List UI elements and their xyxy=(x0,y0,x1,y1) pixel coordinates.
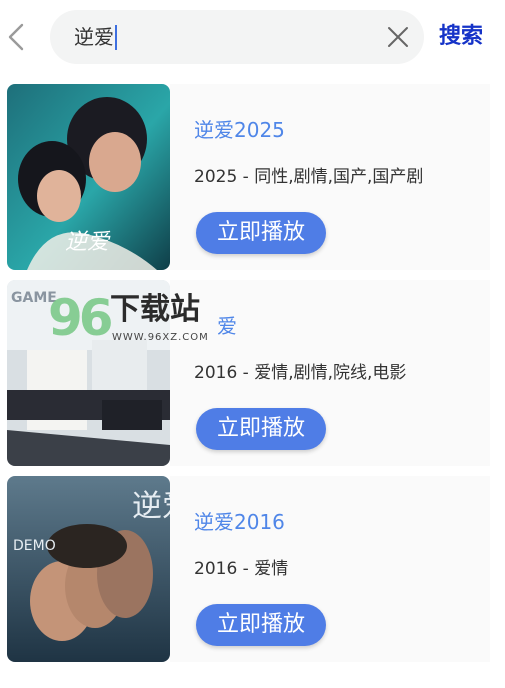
result-meta: 2016 - 爱情 xyxy=(194,559,289,579)
chevron-left-icon xyxy=(8,23,24,51)
play-button[interactable]: 立即播放 xyxy=(196,212,326,254)
result-item[interactable]: DEMO 逆爱 逆爱2016 2016 - 爱情 立即播放 xyxy=(0,476,505,666)
poster-image[interactable]: 逆爱 xyxy=(7,84,170,270)
result-title[interactable]: 逆爱2025 xyxy=(194,118,285,142)
poster-image[interactable]: DEMO 逆爱 xyxy=(7,476,170,662)
text-cursor xyxy=(115,24,117,50)
clear-button[interactable] xyxy=(386,25,410,49)
close-icon xyxy=(388,27,408,47)
result-title[interactable]: 爱 xyxy=(217,314,237,338)
poster-title: GAME xyxy=(11,290,57,306)
search-query-text: 逆爱 xyxy=(74,25,114,49)
search-button[interactable]: 搜索 xyxy=(439,22,483,52)
poster-title: 逆爱 xyxy=(65,230,111,255)
search-input[interactable]: 逆爱 xyxy=(50,10,424,64)
poster-title: 逆爱 xyxy=(132,489,170,524)
result-meta: 2016 - 爱情,剧情,院线,电影 xyxy=(194,363,407,383)
play-button[interactable]: 立即播放 xyxy=(196,408,326,450)
result-item[interactable]: 逆爱 逆爱2025 2025 - 同性,剧情,国产,国产剧 立即播放 xyxy=(0,84,505,274)
play-button[interactable]: 立即播放 xyxy=(196,604,326,646)
back-button[interactable] xyxy=(4,20,28,54)
poster-image[interactable]: GAME xyxy=(7,280,170,466)
result-title[interactable]: 逆爱2016 xyxy=(194,510,285,534)
result-meta: 2025 - 同性,剧情,国产,国产剧 xyxy=(194,167,424,187)
poster-title: DEMO xyxy=(13,538,56,554)
result-item[interactable]: GAME 爱 2016 - 爱情,剧情,院线,电影 立即播放 xyxy=(0,280,505,470)
top-bar: 逆爱 搜索 xyxy=(0,0,505,76)
